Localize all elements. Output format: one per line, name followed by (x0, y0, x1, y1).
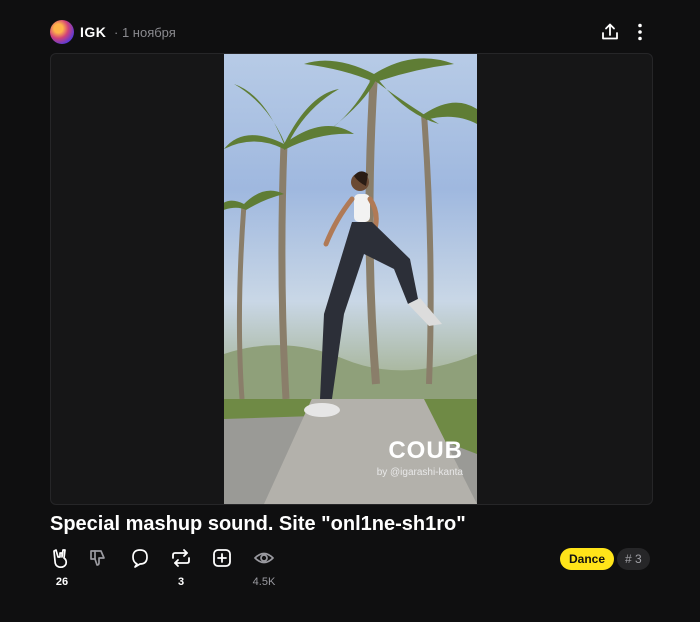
more-tags-button[interactable]: # 3 (617, 548, 650, 570)
author-name[interactable]: IGK (80, 24, 106, 40)
post-title[interactable]: Special mashup sound. Site "onl1ne-sh1ro… (50, 513, 466, 536)
thumbs-down-icon (90, 550, 105, 566)
post-header: IGK · 1 ноября (50, 20, 652, 44)
repeat-icon (172, 549, 190, 567)
recoub-count: 3 (177, 576, 185, 588)
video-player[interactable]: COUB by @igarashi-kanta (224, 54, 477, 504)
like-count: 26 (55, 576, 69, 588)
views-count: 4.5K (252, 576, 276, 588)
post-date: · 1 ноября (114, 25, 176, 40)
comment-icon (132, 549, 148, 568)
recoub-button[interactable] (169, 546, 193, 570)
rock-hand-icon (53, 549, 68, 569)
share-icon (602, 23, 618, 40)
coub-watermark: COUB by @igarashi-kanta (376, 437, 463, 479)
more-vertical-icon (638, 23, 642, 41)
tag-dance[interactable]: Dance (560, 548, 615, 570)
like-button[interactable] (50, 546, 74, 570)
eye-icon (254, 552, 274, 564)
avatar[interactable] (50, 20, 74, 44)
views-indicator (252, 546, 276, 570)
plus-square-icon (213, 549, 231, 567)
more-options-button[interactable] (628, 20, 652, 44)
watermark-author: by @igarashi-kanta (376, 467, 463, 478)
add-to-collection-button[interactable] (210, 546, 234, 570)
watermark-logo: COUB (388, 437, 463, 464)
comment-button[interactable] (128, 546, 152, 570)
dislike-button[interactable] (86, 546, 110, 570)
share-button[interactable] (598, 20, 622, 44)
video-container[interactable]: COUB by @igarashi-kanta (50, 53, 653, 505)
